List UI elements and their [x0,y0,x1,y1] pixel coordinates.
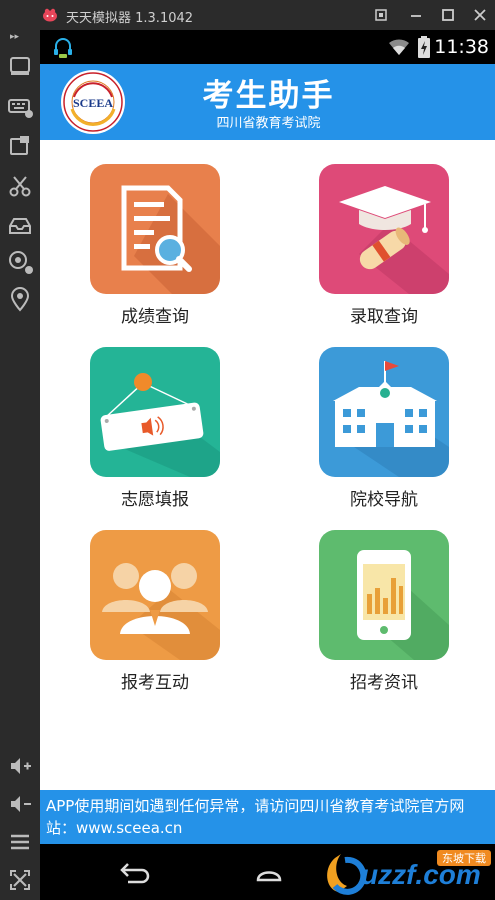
wifi-icon [389,39,409,55]
app-header: SCEEA 考生助手 四川省教育考试院 [40,64,495,140]
keyboard-icon[interactable] [6,92,34,120]
tile-icon-box [319,164,449,294]
home-icon[interactable] [252,858,286,886]
emulator-title-bar: 天天模拟器 1.3.1042 [0,0,495,30]
emulator-title: 天天模拟器 1.3.1042 [66,11,194,26]
sceea-logo: SCEEA [61,70,125,134]
tile-icon-box [319,347,449,477]
minimize-icon[interactable] [407,6,425,24]
watermark-subtext: 东坡下载 [442,852,486,865]
android-status-bar: 11:38 [40,30,495,64]
app-subtitle: 四川省教育考试院 [216,116,321,131]
maximize-icon[interactable] [439,6,457,24]
back-icon[interactable] [118,858,152,886]
tile-icon-box [90,164,220,294]
fullscreen-icon[interactable] [6,866,34,894]
main-grid: 成绩查询 录取查询 志愿填报 院校导航 报考互动 招考资讯 [40,140,495,790]
tile-exam-interaction[interactable]: 报考互动 [90,530,220,695]
volume-up-icon[interactable] [6,752,34,780]
uzzf-watermark-logo: uzzf.com 东坡下载 [327,850,491,895]
tile-admission-query[interactable]: 录取查询 [319,164,449,329]
menu-icon[interactable] [6,828,34,856]
restore-icon[interactable] [372,6,390,24]
emulator-sidebar: ▸▸ [0,30,40,900]
location-icon[interactable] [6,286,34,314]
close-icon[interactable] [471,6,489,24]
tile-label: 报考互动 [121,673,189,693]
volume-down-icon[interactable] [6,790,34,818]
inbox-icon[interactable] [6,212,34,240]
notification-headset-icon [54,38,72,58]
tile-school-navigation[interactable]: 院校导航 [319,347,449,512]
tile-score-query[interactable]: 成绩查询 [90,164,220,329]
tile-label: 院校导航 [350,490,418,510]
graduation-cap-icon [339,186,449,294]
camera-icon[interactable] [6,248,34,276]
collapse-sidebar-icon[interactable]: ▸▸ [10,32,19,42]
phone-chart-icon [357,550,449,660]
tile-icon-box [319,530,449,660]
report-search-icon [121,185,220,294]
tile-icon-box [90,530,220,660]
tile-label: 志愿填报 [121,490,189,510]
logo-text: SCEEA [73,96,113,110]
emulator-logo-icon [43,8,57,22]
file-share-icon[interactable] [6,132,34,160]
notice-text: APP使用期间如遇到任何异常，请访问四川省教育考试院官方网站：www.sceea… [46,797,465,837]
app-title: 考生助手 [202,78,335,114]
people-group-icon [102,563,220,660]
apk-install-icon[interactable] [6,52,34,80]
screenshot-scissors-icon[interactable] [6,172,34,200]
tile-application-fill[interactable]: 志愿填报 [90,347,220,512]
tile-icon-box [90,347,220,477]
battery-charging-icon [418,36,430,58]
tile-label: 招考资讯 [350,673,418,693]
notice-banner: APP使用期间如遇到任何异常，请访问四川省教育考试院官方网站：www.sceea… [40,790,495,844]
tile-label: 录取查询 [350,307,418,327]
clock: 11:38 [434,36,489,58]
tile-exam-news[interactable]: 招考资讯 [319,530,449,695]
android-nav-bar: uzzf.com 东坡下载 [40,844,495,900]
tile-label: 成绩查询 [121,307,189,327]
school-building-icon [333,361,449,477]
hanging-sign-icon [100,373,220,477]
